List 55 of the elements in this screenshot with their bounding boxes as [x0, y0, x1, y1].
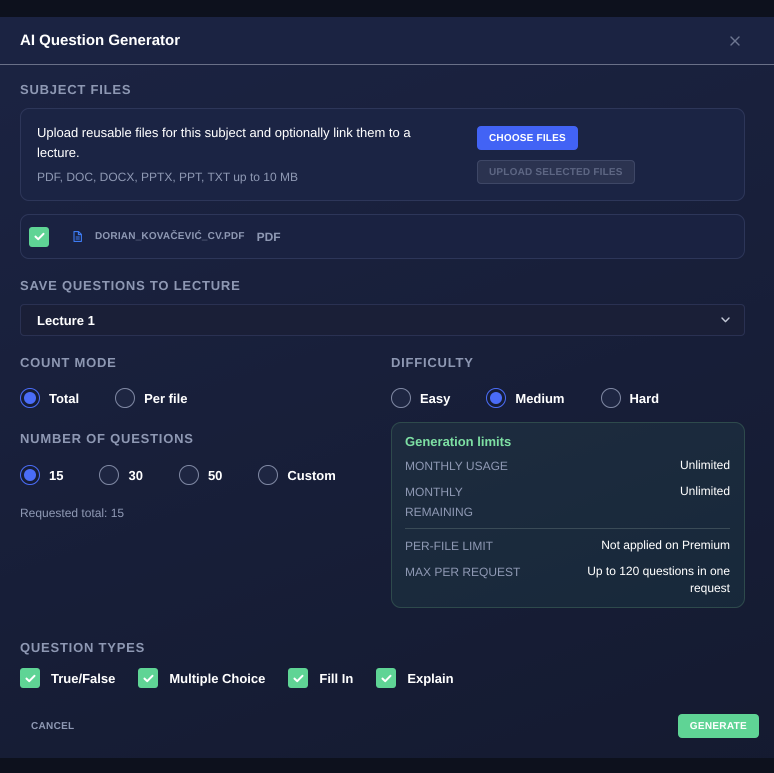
question-count-radio[interactable]: 50	[178, 465, 222, 485]
question-type-checkbox[interactable]: Fill In	[288, 668, 354, 688]
file-type: PDF	[256, 230, 281, 244]
radio-icon	[258, 465, 278, 485]
file-checkbox[interactable]	[29, 226, 49, 246]
upload-description: Upload reusable files for this subject and optionally link them to a lecture.	[37, 124, 412, 162]
file-types-hint: PDF, DOC, DOCX, PPTX, PPT, TXT up to 10 MB	[37, 169, 299, 185]
section-heading: COUNT MODE	[20, 355, 117, 371]
checkbox-icon	[138, 668, 158, 688]
difficulty-radio[interactable]: Easy	[391, 388, 450, 408]
checkbox-icon	[376, 668, 396, 688]
count-mode-radio[interactable]: Total	[20, 388, 80, 408]
count-mode-radio[interactable]: Per file	[115, 388, 188, 408]
radio-icon	[600, 388, 620, 408]
question-count-radio[interactable]: 15	[20, 465, 64, 485]
limit-label: MONTHLY USAGE	[405, 458, 508, 475]
difficulty-radio[interactable]: Hard	[600, 388, 660, 408]
radio-icon	[486, 388, 506, 408]
question-type-checkbox[interactable]: Multiple Choice	[138, 668, 266, 688]
cancel-button[interactable]: CANCEL	[20, 714, 86, 738]
section-heading: SUBJECT FILES	[20, 82, 132, 98]
radio-icon	[99, 465, 120, 485]
radio-icon	[115, 388, 136, 408]
radio-icon	[391, 388, 411, 408]
checkbox-icon	[288, 668, 308, 688]
file-name: DORIAN_KOVAČEVIĆ_CV.PDF	[95, 231, 245, 242]
section-heading: NUMBER OF QUESTIONS	[20, 431, 194, 447]
lecture-select[interactable]: Lecture 1	[20, 304, 745, 336]
question-type-checkbox[interactable]: True/False	[20, 668, 116, 688]
question-type-checkbox[interactable]: Explain	[376, 668, 454, 688]
section-heading: DIFFICULTY	[391, 355, 474, 371]
limit-label: PER-FILE LIMIT	[405, 538, 494, 555]
close-icon[interactable]	[730, 36, 740, 46]
requested-total-text: Requested total: 15	[20, 505, 124, 521]
question-count-radio[interactable]: 30	[99, 465, 143, 485]
dialog-title: AI Question Generator	[20, 32, 180, 49]
choose-files-button[interactable]: CHOOSE FILES	[477, 126, 578, 150]
document-icon	[73, 231, 82, 242]
limit-value: Unlimited	[680, 483, 730, 500]
check-icon	[34, 232, 44, 241]
section-heading: QUESTION TYPES	[20, 640, 146, 656]
limit-label: MAX PER REQUEST	[405, 564, 520, 581]
limit-value: Unlimited	[680, 457, 730, 474]
limit-label: MONTHLY REMAINING	[405, 484, 474, 521]
difficulty-radio[interactable]: Medium	[486, 388, 564, 408]
radio-icon	[20, 388, 40, 408]
section-heading: SAVE QUESTIONS TO LECTURE	[20, 278, 241, 294]
limit-value: Up to 120 questions in one request	[586, 563, 730, 597]
checkbox-icon	[20, 668, 40, 688]
radio-icon	[20, 465, 40, 485]
question-count-radio[interactable]: Custom	[258, 465, 336, 485]
limit-value: Not applied on Premium	[601, 537, 730, 554]
limits-title: Generation limits	[405, 434, 512, 450]
radio-icon	[178, 465, 199, 485]
chevron-down-icon	[721, 317, 730, 323]
